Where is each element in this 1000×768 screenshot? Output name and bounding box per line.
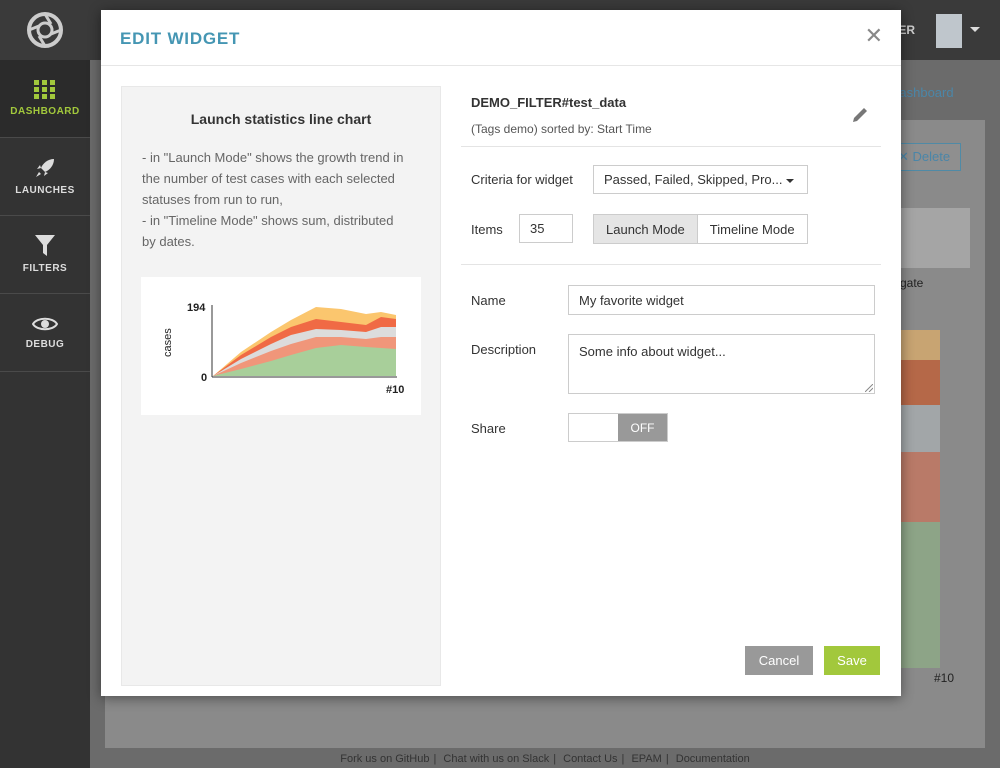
nav-item-debug[interactable]: DEBUG xyxy=(0,294,90,372)
nav-label-debug: DEBUG xyxy=(25,339,65,350)
preview-description: - in "Launch Mode" shows the growth tren… xyxy=(142,147,420,252)
edit-widget-modal: EDIT WIDGET ✕ Launch statistics line cha… xyxy=(101,10,901,696)
aperture-logo-icon xyxy=(27,12,63,48)
y-axis-label: cases xyxy=(162,328,174,357)
chevron-down-icon xyxy=(786,178,795,183)
filter-icon xyxy=(35,235,55,256)
footer-link-contact[interactable]: Contact Us xyxy=(563,753,617,765)
criteria-select-value: Passed, Failed, Skipped, Pro... xyxy=(604,172,783,187)
avatar[interactable] xyxy=(936,14,962,48)
widget-preview: Launch statistics line chart - in "Launc… xyxy=(121,86,441,686)
preview-chart-svg: 194 0 cases #10 xyxy=(162,302,404,396)
delete-button-label: Delete xyxy=(912,149,951,164)
description-input[interactable]: Some info about widget... xyxy=(568,334,875,394)
share-label: Share xyxy=(471,421,506,436)
items-label: Items xyxy=(471,222,503,237)
name-label: Name xyxy=(471,293,506,308)
footer-link-epam[interactable]: EPAM xyxy=(631,753,661,765)
save-button[interactable]: Save xyxy=(824,646,880,675)
nav-item-filters[interactable]: FILTERS xyxy=(0,216,90,294)
share-toggle-state: OFF xyxy=(618,414,667,441)
name-input[interactable] xyxy=(568,285,875,315)
footer-link-github[interactable]: Fork us on GitHub xyxy=(340,753,429,765)
background-chart xyxy=(900,330,940,668)
x-label: #10 xyxy=(386,384,404,396)
nav-label-dashboard: DASHBOARD xyxy=(10,106,80,117)
criteria-label: Criteria for widget xyxy=(471,172,573,187)
preview-description-line: by dates. xyxy=(142,234,195,249)
timeline-mode-button[interactable]: Timeline Mode xyxy=(697,215,807,243)
side-navigation: DASHBOARD LAUNCHES FILTERS DEBUG xyxy=(0,0,90,768)
nav-item-launches[interactable]: LAUNCHES xyxy=(0,138,90,216)
y-max-label: 194 xyxy=(187,302,206,314)
filter-name: DEMO_FILTER#test_data xyxy=(471,95,627,110)
preview-chart: 194 0 cases #10 xyxy=(141,277,421,415)
preview-description-line: the number of test cases with each selec… xyxy=(142,171,395,186)
nav-label-filters: FILTERS xyxy=(22,263,68,274)
preview-description-line: - in "Launch Mode" shows the growth tren… xyxy=(142,150,404,165)
resize-grip-icon[interactable] xyxy=(865,384,873,392)
pencil-icon[interactable] xyxy=(852,105,870,123)
launch-mode-button[interactable]: Launch Mode xyxy=(594,215,698,243)
modal-header: EDIT WIDGET ✕ xyxy=(101,10,901,66)
rocket-icon xyxy=(36,159,54,177)
footer-link-docs[interactable]: Documentation xyxy=(676,753,750,765)
y-min-label: 0 xyxy=(201,372,207,384)
chevron-down-icon[interactable] xyxy=(970,27,980,32)
chart-label: gate xyxy=(900,276,924,290)
preview-description-line: statuses from run to run, xyxy=(142,192,283,207)
close-icon[interactable]: ✕ xyxy=(865,25,883,47)
app-logo[interactable] xyxy=(0,0,90,60)
divider xyxy=(461,264,881,265)
share-toggle[interactable]: OFF xyxy=(568,413,668,442)
divider xyxy=(461,146,881,147)
description-label: Description xyxy=(471,342,537,357)
items-input[interactable] xyxy=(519,214,573,243)
chart-tick-label: #10 xyxy=(934,671,955,685)
filter-sort-info: (Tags demo) sorted by: Start Time xyxy=(471,122,652,136)
footer: Fork us on GitHub | Chat with us on Slack… xyxy=(90,753,1000,768)
cancel-button[interactable]: Cancel xyxy=(745,646,813,675)
mode-toggle-group: Launch Mode Timeline Mode xyxy=(593,214,808,244)
preview-title: Launch statistics line chart xyxy=(190,111,372,127)
grid-icon xyxy=(34,80,55,99)
nav-label-launches: LAUNCHES xyxy=(15,185,75,196)
modal-title: EDIT WIDGET xyxy=(120,29,241,48)
preview-description-line: - in "Timeline Mode" shows sum, distribu… xyxy=(142,213,394,228)
criteria-select[interactable]: Passed, Failed, Skipped, Pro... xyxy=(593,165,808,194)
eye-icon xyxy=(32,317,58,331)
footer-link-slack[interactable]: Chat with us on Slack xyxy=(443,753,549,765)
nav-item-dashboard[interactable]: DASHBOARD xyxy=(0,60,90,138)
